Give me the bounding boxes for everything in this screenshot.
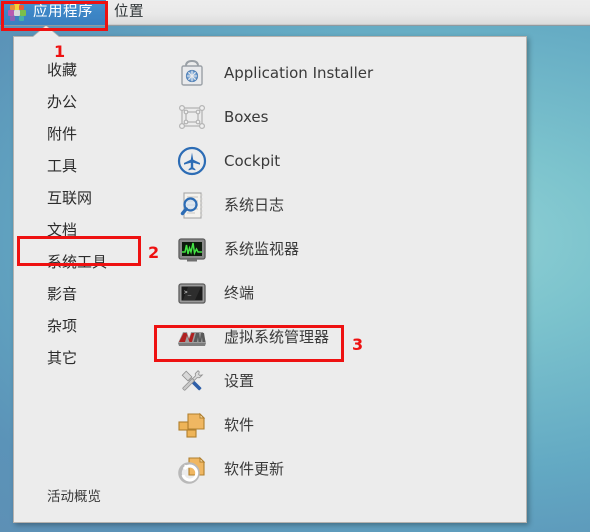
software-bag-icon — [176, 57, 208, 89]
places-menu-button[interactable]: 位置 — [106, 0, 157, 25]
app-item-system-logs[interactable]: 系统日志 — [164, 183, 526, 227]
category-item-internet[interactable]: 互联网 — [14, 181, 164, 213]
application-list: Application Installer Boxes Cockpit 系统日志… — [164, 37, 526, 522]
annotation-number-2: 2 — [148, 243, 160, 262]
app-item-boxes[interactable]: Boxes — [164, 95, 526, 139]
app-item-terminal[interactable]: >_ 终端 — [164, 271, 526, 315]
category-item-favorites[interactable]: 收藏 — [14, 53, 164, 85]
menu-notch — [33, 26, 59, 37]
app-label: 虚拟系统管理器 — [224, 327, 330, 346]
app-label: 设置 — [224, 371, 255, 390]
category-label: 杂项 — [47, 316, 78, 335]
category-label: 其它 — [47, 348, 78, 367]
annotation-number-1: 1 — [54, 42, 66, 61]
category-label: 系统工具 — [47, 252, 108, 271]
activities-overview-label[interactable]: 活动概览 — [47, 485, 101, 505]
app-label: Cockpit — [224, 151, 281, 170]
desktop-screen: 应用程序 位置 收藏 办公 附件 工具 互联网 文档 系统工具 影音 杂项 其它… — [0, 0, 590, 532]
virt-manager-icon — [176, 321, 208, 353]
terminal-icon: >_ — [176, 277, 208, 309]
category-label: 互联网 — [47, 188, 93, 207]
category-item-multimedia[interactable]: 影音 — [14, 277, 164, 309]
app-item-application-installer[interactable]: Application Installer — [164, 51, 526, 95]
software-update-icon — [176, 453, 208, 485]
app-item-software-update[interactable]: 软件更新 — [164, 447, 526, 491]
software-packages-icon — [176, 409, 208, 441]
category-label: 文档 — [47, 220, 78, 239]
annotation-number-3: 3 — [352, 335, 364, 354]
app-label: 系统监视器 — [224, 239, 300, 258]
settings-tools-icon — [176, 365, 208, 397]
app-label: Boxes — [224, 107, 269, 126]
app-label: 系统日志 — [224, 195, 285, 214]
category-list: 收藏 办公 附件 工具 互联网 文档 系统工具 影音 杂项 其它 活动概览 — [14, 37, 164, 522]
app-item-system-monitor[interactable]: 系统监视器 — [164, 227, 526, 271]
app-item-settings[interactable]: 设置 — [164, 359, 526, 403]
pinwheel-icon — [8, 3, 26, 22]
category-label: 办公 — [47, 92, 78, 111]
app-label: 终端 — [224, 283, 255, 302]
category-item-tools[interactable]: 工具 — [14, 149, 164, 181]
category-label: 收藏 — [47, 60, 78, 79]
app-label: Application Installer — [224, 63, 374, 82]
category-label: 影音 — [47, 284, 78, 303]
app-item-software[interactable]: 软件 — [164, 403, 526, 447]
applications-menu-button[interactable]: 应用程序 — [0, 0, 106, 25]
category-label: 附件 — [47, 124, 78, 143]
system-logs-icon — [176, 189, 208, 221]
category-item-accessories[interactable]: 附件 — [14, 117, 164, 149]
boxes-icon — [176, 101, 208, 133]
cockpit-plane-icon — [176, 145, 208, 177]
category-item-system-tools[interactable]: 系统工具 — [14, 245, 164, 277]
app-item-virt-manager[interactable]: 虚拟系统管理器 — [164, 315, 526, 359]
places-menu-label: 位置 — [114, 4, 144, 21]
category-item-documents[interactable]: 文档 — [14, 213, 164, 245]
applications-menu-label: 应用程序 — [33, 4, 93, 21]
category-item-other[interactable]: 其它 — [14, 341, 164, 373]
top-panel: 应用程序 位置 — [0, 0, 590, 26]
category-label: 工具 — [47, 156, 78, 175]
app-label: 软件 — [224, 415, 255, 434]
category-item-misc[interactable]: 杂项 — [14, 309, 164, 341]
app-item-cockpit[interactable]: Cockpit — [164, 139, 526, 183]
category-item-office[interactable]: 办公 — [14, 85, 164, 117]
applications-menu-panel: 收藏 办公 附件 工具 互联网 文档 系统工具 影音 杂项 其它 活动概览 Ap… — [13, 36, 527, 523]
system-monitor-icon — [176, 233, 208, 265]
app-label: 软件更新 — [224, 459, 285, 478]
svg-text:>_: >_ — [184, 289, 192, 296]
